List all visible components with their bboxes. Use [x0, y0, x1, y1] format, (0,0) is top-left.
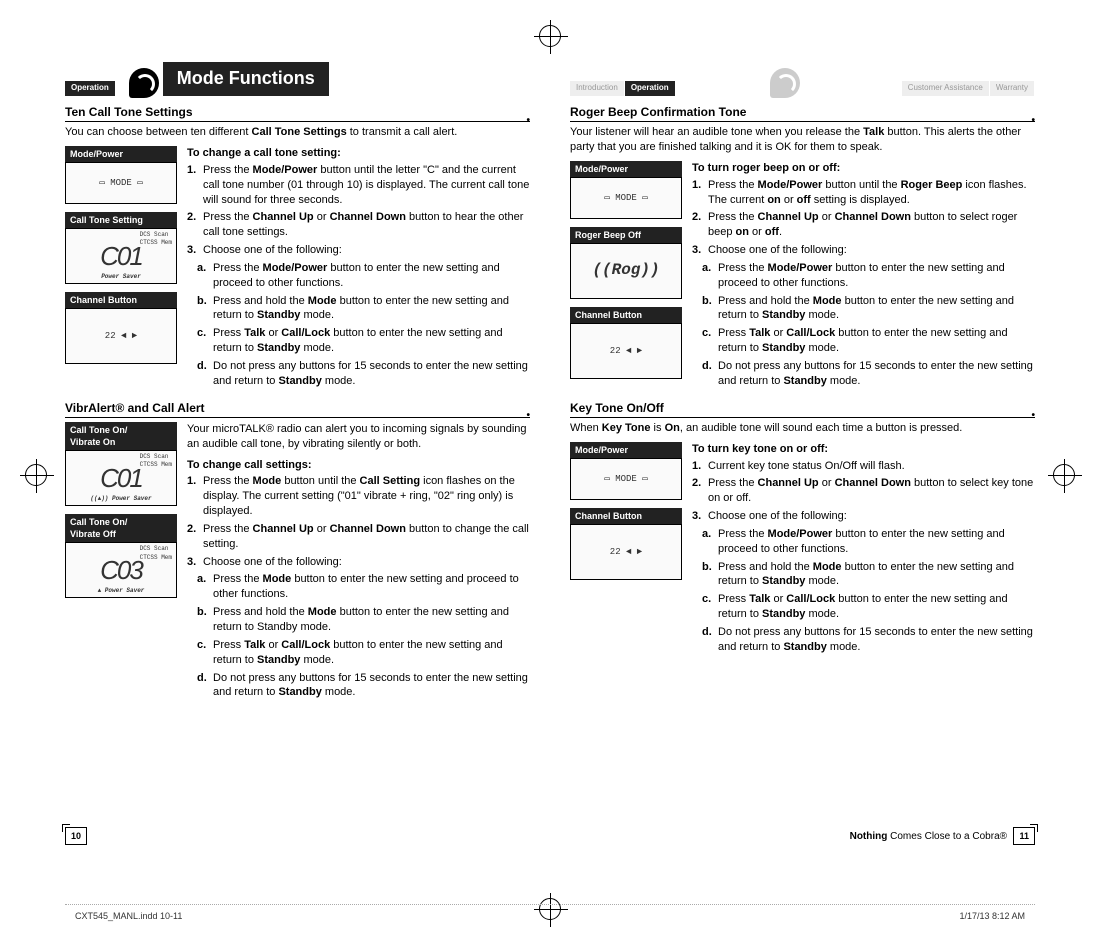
section-heading-vibralert: VibrAlert® and Call Alert	[65, 400, 530, 418]
intro-text: When Key Tone is On, an audible tone wil…	[570, 421, 1035, 436]
section-heading-ten-call-tone: Ten Call Tone Settings	[65, 104, 530, 122]
registration-mark-icon	[25, 464, 47, 486]
breadcrumb-item: Customer Assistance	[902, 81, 990, 96]
radio-illustration: 22 ◄ ►	[570, 524, 682, 580]
lcd-illustration: ((Rog))	[570, 243, 682, 299]
page-title: Mode Functions	[163, 62, 329, 96]
panel-label: Roger Beep Off	[570, 227, 682, 243]
radio-illustration: 22 ◄ ►	[65, 308, 177, 364]
page-number: 10	[65, 827, 87, 845]
lcd-illustration: DCS ScanCTCSS MemC01Power Saver	[65, 228, 177, 284]
page-number: 11	[1013, 827, 1035, 845]
breadcrumb-item-active: Operation	[625, 81, 675, 96]
intro-text: Your listener will hear an audible tone …	[570, 125, 1035, 155]
panel-column: Mode/Power▭ MODE ▭ Roger Beep Off((Rog))…	[570, 161, 682, 392]
procedure-title: To turn roger beep on or off:	[692, 161, 1035, 176]
procedure-title: To change a call tone setting:	[187, 146, 530, 161]
left-page: Operation Mode Functions Ten Call Tone S…	[65, 60, 530, 855]
panel-label: Call Tone Setting	[65, 212, 177, 228]
breadcrumb-item: Warranty	[990, 81, 1035, 96]
panel-label: Channel Button	[570, 307, 682, 323]
panel-column: Call Tone On/ Vibrate OnDCS ScanCTCSS Me…	[65, 422, 177, 703]
radio-illustration: 22 ◄ ►	[570, 323, 682, 379]
cobra-logo-icon	[129, 68, 159, 98]
lcd-illustration: DCS ScanCTCSS MemC01((▲)) Power Saver	[65, 450, 177, 506]
procedure-title: To turn key tone on or off:	[692, 442, 1035, 457]
page-spread: Operation Mode Functions Ten Call Tone S…	[65, 60, 1035, 855]
registration-mark-icon	[1053, 464, 1075, 486]
radio-illustration: ▭ MODE ▭	[570, 177, 682, 219]
footer-divider	[65, 904, 1035, 905]
lcd-illustration: DCS ScanCTCSS MemC03▲ Power Saver	[65, 542, 177, 598]
panel-label: Mode/Power	[570, 161, 682, 177]
section-heading-roger-beep: Roger Beep Confirmation Tone	[570, 104, 1035, 122]
procedure-title: To change call settings:	[187, 458, 530, 473]
right-page: Introduction Operation Customer Assistan…	[570, 60, 1035, 855]
imposition-footer: CXT545_MANL.indd 10-11 1/17/13 8:12 AM	[75, 910, 1025, 922]
radio-illustration: ▭ MODE ▭	[570, 458, 682, 500]
breadcrumb-item: Introduction	[570, 81, 625, 96]
cobra-logo-icon	[770, 68, 800, 98]
footer-file: CXT545_MANL.indd 10-11	[75, 910, 182, 922]
registration-mark-icon	[539, 25, 561, 47]
panel-label: Channel Button	[570, 508, 682, 524]
panel-label: Mode/Power	[65, 146, 177, 162]
right-header: Introduction Operation Customer Assistan…	[570, 60, 1035, 96]
panel-column: Mode/Power▭ MODE ▭ Channel Button22 ◄ ►	[570, 442, 682, 658]
left-header: Operation Mode Functions	[65, 60, 530, 96]
radio-illustration: ▭ MODE ▭	[65, 162, 177, 204]
section-heading-key-tone: Key Tone On/Off	[570, 400, 1035, 418]
tagline: Nothing Comes Close to a Cobra®	[850, 830, 1007, 844]
panel-label: Channel Button	[65, 292, 177, 308]
panel-label: Call Tone On/ Vibrate On	[65, 422, 177, 450]
intro-text: You can choose between ten different Cal…	[65, 125, 530, 140]
panel-label: Call Tone On/ Vibrate Off	[65, 514, 177, 542]
operation-tab: Operation	[65, 81, 115, 96]
panel-column: Mode/Power▭ MODE ▭ Call Tone SettingDCS …	[65, 146, 177, 392]
panel-label: Mode/Power	[570, 442, 682, 458]
footer-date: 1/17/13 8:12 AM	[959, 910, 1025, 922]
intro-text: Your microTALK® radio can alert you to i…	[187, 422, 530, 452]
